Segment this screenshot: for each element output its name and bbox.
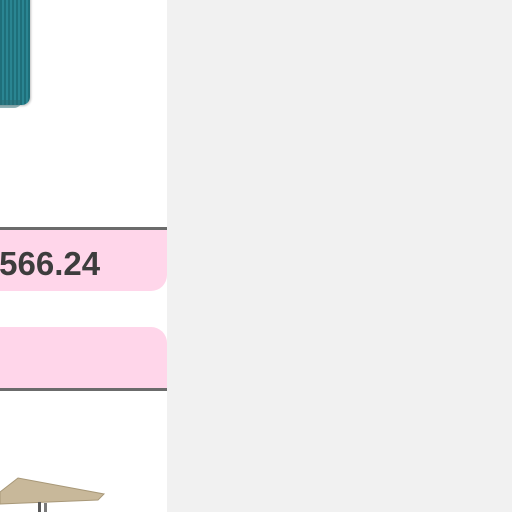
price-value: ,566.24 [0,245,101,282]
wooden-table-image[interactable] [0,470,120,512]
teal-chair-image[interactable] [0,0,30,105]
table-leg [44,503,47,512]
app-viewport: ,566.24 [0,0,512,512]
teal-chair-shadow [0,100,22,108]
price-card[interactable]: ,566.24 [0,227,167,291]
table-leg [38,502,41,512]
detail-panel [167,0,512,512]
product-card[interactable] [0,327,167,391]
table-top [0,477,106,505]
product-list-panel[interactable]: ,566.24 [0,0,167,512]
